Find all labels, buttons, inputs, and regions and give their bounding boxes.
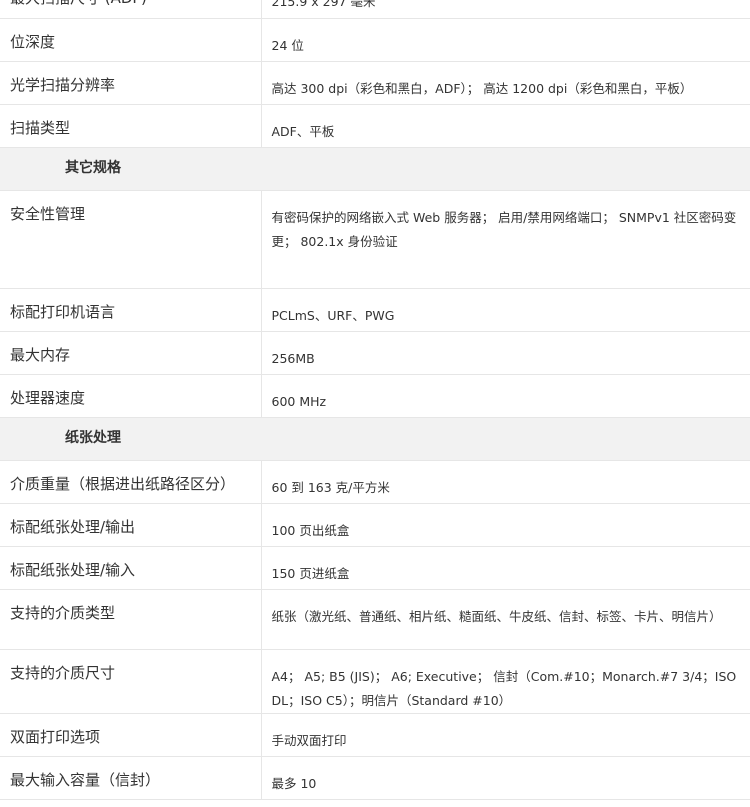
spec-label: 双面打印选项 [0,713,262,757]
spec-label: 安全性管理 [0,190,262,289]
spec-label: 处理器速度 [0,374,262,418]
spec-row: 标配纸张处理/输入 150 页进纸盒 [0,546,750,590]
spec-value: ADF、平板 [261,104,750,148]
spec-row: 最大输入容量（信封） 最多 10 [0,756,750,800]
spec-row: 支持的介质类型 纸张（激光纸、普通纸、相片纸、糙面纸、牛皮纸、信封、标签、卡片、… [0,589,750,650]
section-header-row: 其它规格 [0,147,750,191]
spec-value: PCLmS、URF、PWG [261,288,750,332]
spec-label: 光学扫描分辨率 [0,61,262,105]
spec-value: 24 位 [261,18,750,62]
spec-value: 纸张（激光纸、普通纸、相片纸、糙面纸、牛皮纸、信封、标签、卡片、明信片） [261,589,750,650]
spec-row: 双面打印选项 手动双面打印 [0,713,750,757]
spec-value: 高达 300 dpi（彩色和黑白，ADF）； 高达 1200 dpi（彩色和黑白… [261,61,750,105]
spec-value: 手动双面打印 [261,713,750,757]
spec-row: 标配打印机语言 PCLmS、URF、PWG [0,288,750,332]
spec-label: 支持的介质尺寸 [0,649,262,714]
spec-row: 标配纸张处理/输出 100 页出纸盒 [0,503,750,547]
spec-row: 处理器速度 600 MHz [0,374,750,418]
spec-row: 安全性管理 有密码保护的网络嵌入式 Web 服务器； 启用/禁用网络端口； SN… [0,190,750,289]
spec-label: 位深度 [0,18,262,62]
spec-label: 标配纸张处理/输入 [0,546,262,590]
spec-value: 100 页出纸盒 [261,503,750,547]
spec-label: 支持的介质类型 [0,589,262,650]
spec-row: 位深度 24 位 [0,18,750,62]
spec-value: 有密码保护的网络嵌入式 Web 服务器； 启用/禁用网络端口； SNMPv1 社… [261,190,750,289]
spec-value: 600 MHz [261,374,750,418]
spec-value: 215.9 x 297 毫米 [261,0,750,19]
spec-label: 最大输入容量（信封） [0,756,262,800]
spec-row: 最大内存 256MB [0,331,750,375]
spec-label: 标配纸张处理/输出 [0,503,262,547]
spec-row: 介质重量（根据进出纸路径区分） 60 到 163 克/平方米 [0,460,750,504]
spec-label: 扫描类型 [0,104,262,148]
spec-label: 最大扫描尺寸 (ADF) [0,0,262,19]
section-heading: 其它规格 [0,147,750,191]
spec-value: A4； A5; B5 (JIS)； A6; Executive； 信封（Com.… [261,649,750,714]
spec-row: 扫描类型 ADF、平板 [0,104,750,148]
spec-row: 最大扫描尺寸 (ADF) 215.9 x 297 毫米 [0,0,750,19]
spec-label: 最大内存 [0,331,262,375]
spec-value: 60 到 163 克/平方米 [261,460,750,504]
spec-label: 介质重量（根据进出纸路径区分） [0,460,262,504]
spec-value: 150 页进纸盒 [261,546,750,590]
spec-row: 光学扫描分辨率 高达 300 dpi（彩色和黑白，ADF）； 高达 1200 d… [0,61,750,105]
spec-row: 支持的介质尺寸 A4； A5; B5 (JIS)； A6; Executive；… [0,649,750,714]
spec-label: 标配打印机语言 [0,288,262,332]
section-header-row: 纸张处理 [0,417,750,461]
spec-table: 最大扫描尺寸 (ADF) 215.9 x 297 毫米 位深度 24 位 光学扫… [0,0,750,800]
section-heading: 纸张处理 [0,417,750,461]
spec-value: 最多 10 [261,756,750,800]
spec-value: 256MB [261,331,750,375]
